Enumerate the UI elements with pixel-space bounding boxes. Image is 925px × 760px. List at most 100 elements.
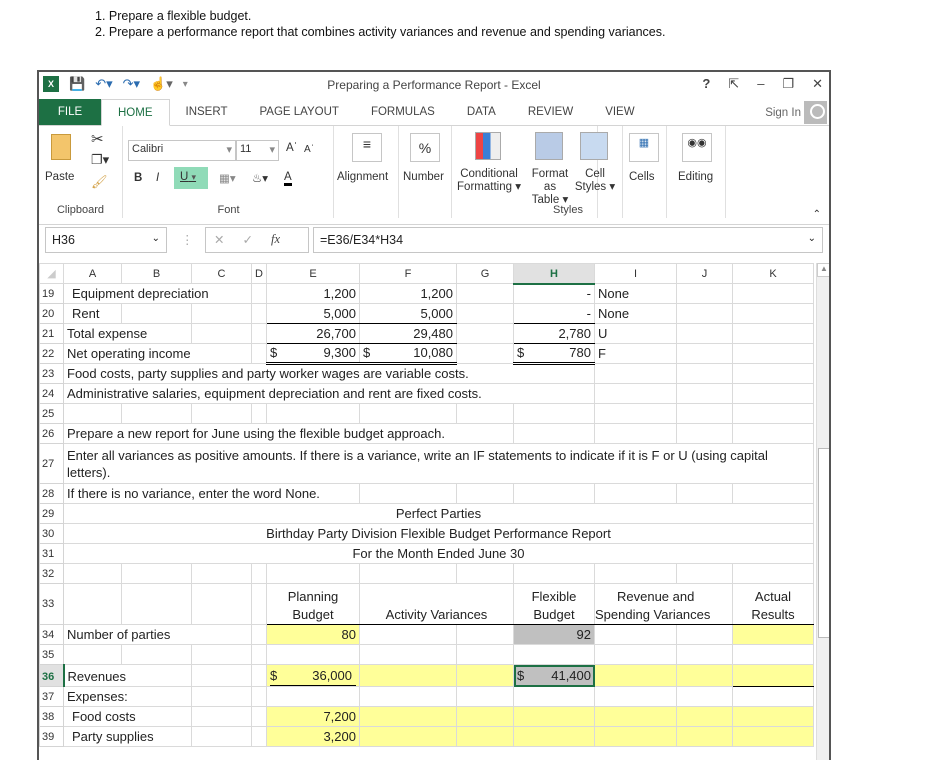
row-header[interactable]: 19 <box>39 283 64 304</box>
row-header[interactable]: 37 <box>39 686 64 707</box>
editing-group[interactable]: ◉◉ Editing <box>668 126 726 218</box>
decrease-font-icon[interactable]: Aˈ <box>304 144 314 155</box>
name-box[interactable]: H36 ⌄ <box>45 227 167 253</box>
row-header[interactable]: 38 <box>39 706 64 727</box>
cell[interactable]: Prepare a new report for June using the … <box>63 423 514 444</box>
tab-review[interactable]: REVIEW <box>512 99 589 125</box>
tab-data[interactable]: DATA <box>451 99 512 125</box>
cell[interactable]: 3,200 <box>266 726 360 747</box>
row-header[interactable]: 35 <box>39 644 64 665</box>
fill-color-icon[interactable]: ♨▾ <box>252 171 268 185</box>
selected-cell-h36[interactable]: $41,400 <box>513 664 595 687</box>
cell[interactable]: 5,000 <box>359 303 457 324</box>
row-header[interactable]: 33 <box>39 583 64 625</box>
col-header[interactable]: B <box>121 263 192 284</box>
font-color-icon[interactable]: A <box>284 171 292 186</box>
cell[interactable]: 92 <box>513 624 595 645</box>
borders-icon[interactable]: ▦▾ <box>219 171 236 185</box>
cell[interactable]: Food costs, party supplies and party wor… <box>63 363 595 384</box>
cell[interactable]: $780 <box>513 343 595 365</box>
header-actual-results[interactable]: Actual Results <box>732 583 814 625</box>
underline-button[interactable]: U ▾ <box>174 167 208 189</box>
cell[interactable]: Total expense <box>63 323 192 344</box>
cell[interactable]: 1,200 <box>359 283 457 304</box>
close-icon[interactable]: ✕ <box>812 76 823 92</box>
cell[interactable]: F <box>594 343 677 364</box>
paste-button[interactable]: Paste <box>45 171 74 184</box>
row-header[interactable]: 39 <box>39 726 64 747</box>
tab-file[interactable]: FILE <box>39 99 101 125</box>
cell[interactable]: Party supplies <box>63 726 192 747</box>
editing-button[interactable]: Editing <box>678 171 713 184</box>
cell[interactable]: Enter all variances as positive amounts.… <box>63 443 814 484</box>
insert-function-button[interactable]: fx <box>271 232 280 248</box>
tab-formulas[interactable]: FORMULAS <box>355 99 451 125</box>
paste-icon[interactable] <box>51 134 71 160</box>
row-header[interactable]: 28 <box>39 483 64 504</box>
formula-bar-splitter[interactable]: ⋮ <box>181 232 194 247</box>
header-planning-budget[interactable]: Planning Budget <box>266 583 360 625</box>
scroll-up-icon[interactable]: ▲ <box>817 263 829 277</box>
cell[interactable]: Expenses: <box>63 686 192 707</box>
cell[interactable]: - <box>513 303 595 324</box>
formula-input[interactable]: =E36/E34*H34 ⌄ <box>313 227 823 253</box>
cell[interactable]: 5,000 <box>266 303 360 324</box>
tab-home[interactable]: HOME <box>101 99 170 126</box>
cell[interactable]: If there is no variance, enter the word … <box>63 483 360 504</box>
col-header[interactable]: J <box>676 263 733 284</box>
tab-insert[interactable]: INSERT <box>170 99 244 125</box>
copy-icon[interactable]: ❐▾ <box>91 152 109 168</box>
cell[interactable]: 80 <box>266 624 360 645</box>
cell[interactable]: Rent <box>63 303 122 324</box>
cell[interactable]: None <box>594 283 677 304</box>
alignment-group[interactable]: ≡ Alignment <box>335 126 399 218</box>
cut-icon[interactable]: ✂ <box>91 130 104 148</box>
cell-styles-button[interactable]: Cell Styles ▾ <box>573 168 617 194</box>
minimize-icon[interactable]: – <box>757 76 764 92</box>
sign-in-link[interactable]: Sign In <box>765 107 801 119</box>
tab-page-layout[interactable]: PAGE LAYOUT <box>243 99 354 125</box>
row-header[interactable]: 27 <box>39 443 64 484</box>
report-company[interactable]: Perfect Parties <box>63 503 814 524</box>
worksheet-grid[interactable]: ◢ ABCDEFGHIJK 19 Equipment depreciation 1,… <box>39 263 814 747</box>
cell[interactable]: 2,780 <box>513 323 595 344</box>
header-flexible-budget[interactable]: Flexible Budget <box>513 583 595 625</box>
col-header[interactable]: I <box>594 263 677 284</box>
vertical-scrollbar[interactable]: ▲ <box>816 263 829 760</box>
row-header[interactable]: 20 <box>39 303 64 324</box>
cell[interactable]: 7,200 <box>266 706 360 727</box>
row-header[interactable]: 24 <box>39 383 64 404</box>
cell[interactable]: None <box>594 303 677 324</box>
col-header[interactable]: D <box>251 263 267 284</box>
row-header[interactable]: 21 <box>39 323 64 344</box>
row-header[interactable]: 34 <box>39 624 64 645</box>
cell[interactable]: 29,480 <box>359 323 457 344</box>
cell[interactable]: Equipment depreciation <box>63 283 252 304</box>
cells-button[interactable]: Cells <box>629 171 655 184</box>
row-header[interactable]: 31 <box>39 543 64 564</box>
cell[interactable]: Revenues <box>63 664 192 687</box>
number-group[interactable]: % Number <box>400 126 452 218</box>
row-header[interactable]: 22 <box>39 343 64 364</box>
cell[interactable]: Food costs <box>63 706 192 727</box>
cell[interactable]: $9,300 <box>266 343 360 365</box>
cell[interactable]: Net operating income <box>63 343 252 364</box>
col-header[interactable]: H <box>513 263 595 285</box>
enter-icon[interactable]: ✓ <box>242 232 252 248</box>
cell[interactable]: - <box>513 283 595 304</box>
select-all-corner[interactable]: ◢ <box>39 263 64 284</box>
cell[interactable] <box>732 624 814 645</box>
row-header[interactable]: 30 <box>39 523 64 544</box>
cell[interactable]: $10,080 <box>359 343 457 365</box>
cell[interactable]: Administrative salaries, equipment depre… <box>63 383 595 404</box>
italic-button[interactable]: I <box>156 172 159 184</box>
cell[interactable]: 1,200 <box>266 283 360 304</box>
cell[interactable]: $36,000 <box>266 664 360 687</box>
col-header[interactable]: G <box>456 263 514 284</box>
row-header[interactable]: 36 <box>39 664 65 687</box>
bold-button[interactable]: B <box>134 172 142 184</box>
cells-group[interactable]: ▦ Cells <box>622 126 667 218</box>
col-header[interactable]: E <box>266 263 360 284</box>
font-name-dropdown[interactable]: Calibri ▾ <box>128 140 236 161</box>
col-header[interactable]: A <box>63 263 122 284</box>
